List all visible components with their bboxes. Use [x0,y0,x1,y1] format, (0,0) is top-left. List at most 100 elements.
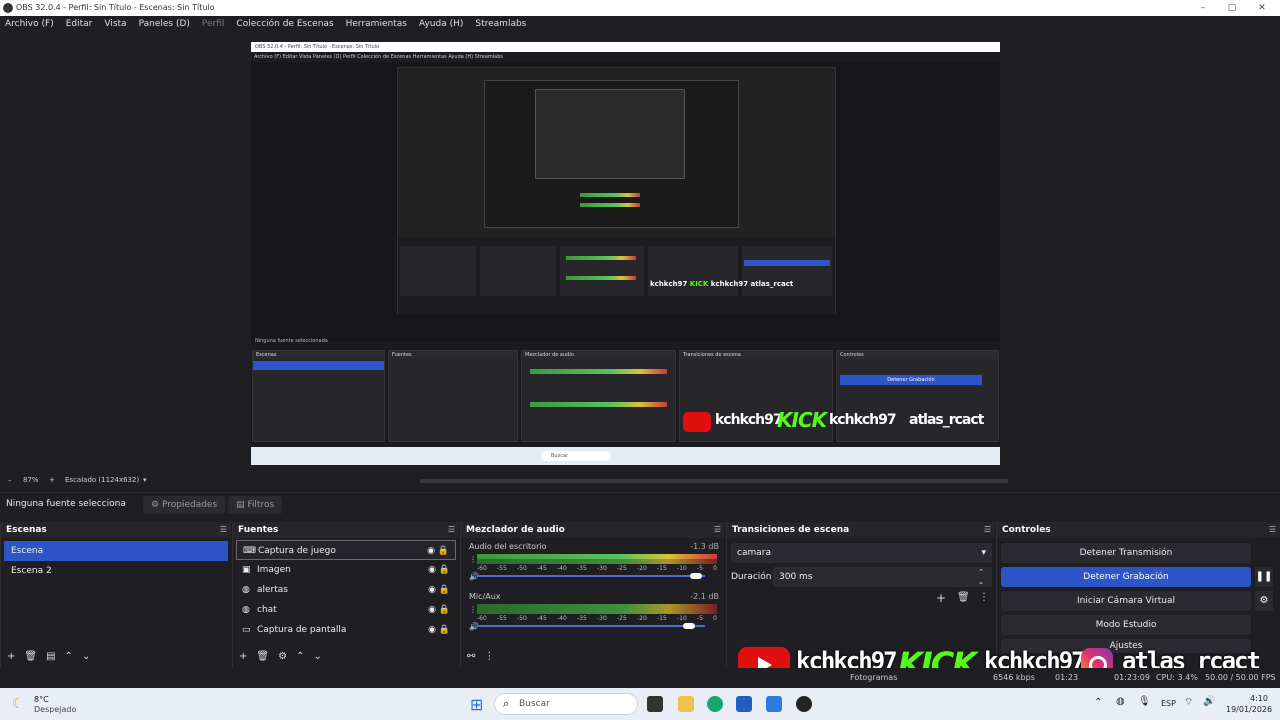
maximize-icon[interactable]: ▢ [1226,2,1238,14]
volume-icon[interactable]: 🔊 [1203,696,1215,707]
minimize-icon[interactable]: – [1197,2,1209,14]
kebab-icon[interactable]: ⋮ [469,605,477,614]
volume-slider[interactable] [477,575,705,577]
dock-menu-icon[interactable]: ☰ [220,525,227,534]
close-icon[interactable]: ✕ [1256,2,1268,14]
source-item[interactable]: ◍ alertas ◉ 🔒 [236,580,456,600]
chevron-up-icon[interactable]: ⌃ [1094,697,1102,708]
kebab-icon[interactable]: ⋮ [484,651,494,662]
source-item[interactable]: ⌨ Captura de juego ◉ 🔒 [236,540,456,560]
wifi-icon[interactable]: ⌔ [1184,696,1193,709]
pause-icon[interactable]: ❚❚ [1255,567,1273,587]
menu-streamlabs[interactable]: Streamlabs [475,19,526,29]
eye-icon[interactable]: ◉ [428,580,436,600]
dock-menu-icon[interactable]: ☰ [714,525,721,534]
preview-canvas[interactable]: OBS 32.0.4 - Perfil: Sin Título - Escena… [251,42,1000,465]
scene-item[interactable]: Escena 2 [4,561,228,581]
virtual-camera-button[interactable]: Iniciar Cámara Virtual [1001,591,1251,611]
menu-docks[interactable]: Paneles (D) [139,19,190,29]
volume-slider-handle[interactable] [683,623,695,629]
add-icon[interactable]: + [239,651,247,662]
add-icon[interactable]: + [936,591,946,605]
link-icon[interactable]: ⚯ [467,651,475,662]
transition-select[interactable]: camara ▾ [731,543,992,563]
chevron-down-icon[interactable]: ⌄ [978,572,984,592]
dock-menu-icon[interactable]: ☰ [984,525,991,534]
source-item[interactable]: ▣ Imagen ◉ 🔒 [236,560,456,580]
menu-view[interactable]: Vista [104,19,126,29]
file-explorer-icon[interactable] [678,696,694,712]
duration-input[interactable]: 300 ms ⌃ ⌄ [773,567,992,587]
lock-icon[interactable]: 🔒 [439,600,450,620]
eye-icon[interactable]: ◉ [428,620,436,640]
source-label: Captura de pantalla [257,625,347,635]
kebab-icon[interactable]: ⋮ [979,592,989,603]
add-icon[interactable]: + [7,651,15,662]
browser-icon: ◍ [242,585,250,595]
scale-tick: -30 [597,565,607,572]
windows-start-icon[interactable]: ⊞ [470,695,483,714]
chevron-down-icon[interactable]: ⌄ [313,651,321,662]
status-fps: 50.00 / 50.00 FPS [1205,673,1276,682]
clock-time[interactable]: 4:10 [1250,694,1268,703]
eye-icon[interactable]: ◉ [428,560,436,580]
task-view-icon[interactable] [647,696,663,712]
gear-icon[interactable]: ⚙ [1255,591,1273,611]
sources-title: Fuentes [238,525,279,535]
preview-scrollbar[interactable] [420,479,1008,483]
chevron-down-icon[interactable]: ⌄ [82,651,90,662]
dock-menu-icon[interactable]: ☰ [448,525,455,534]
mail-icon[interactable] [766,696,782,712]
volume-slider-handle[interactable] [690,573,702,579]
chevron-up-icon[interactable]: ⌃ [296,651,304,662]
kebab-icon[interactable]: ⋮ [469,555,477,564]
scale-tick: -35 [577,615,587,622]
mic-icon[interactable]: 🎙 [1138,696,1151,707]
stop-record-button[interactable]: Detener Grabación [1001,567,1251,587]
trash-icon[interactable]: 🗑 [957,592,970,603]
source-item[interactable]: ◍ chat ◉ 🔒 [236,600,456,620]
source-item[interactable]: ▭ Captura de pantalla ◉ 🔒 [236,620,456,640]
menu-profile[interactable]: Perfil [202,19,225,29]
clock-date[interactable]: 19/01/2026 [1226,705,1272,714]
trash-icon[interactable]: 🗑 [24,651,37,662]
scale-dropdown[interactable]: Escalado (1124x632) [65,476,139,484]
chevron-down-icon[interactable]: ▾ [143,476,147,484]
volume-slider[interactable] [477,625,705,627]
chevron-up-icon[interactable]: ⌃ [65,651,73,662]
language-indicator[interactable]: ESP [1161,699,1176,708]
taskbar-search[interactable]: ⌕ Buscar [494,693,638,715]
scale-tick: -50 [517,565,527,572]
zoom-out-button[interactable]: – [8,476,12,484]
gear-icon[interactable]: ⚙ [278,651,287,662]
trash-icon[interactable]: 🗑 [256,651,269,662]
dock-menu-icon[interactable]: ☰ [1269,525,1276,534]
filters-button[interactable]: ▤ Filtros [228,496,283,514]
zoom-in-button[interactable]: + [49,476,55,484]
menu-edit[interactable]: Editar [66,19,93,29]
studio-mode-button[interactable]: Modo Estudio [1001,615,1251,635]
menu-tools[interactable]: Herramientas [346,19,407,29]
inner-scenes-dock: Escenas [252,350,385,442]
browser-icon: ◍ [242,605,250,615]
stop-stream-button[interactable]: Detener Transmisión [1001,543,1251,563]
scene-item[interactable]: Escena [4,541,228,561]
eye-icon[interactable]: ◉ [428,600,436,620]
menu-scene-collection[interactable]: Colección de Escenas [236,19,333,29]
scale-tick: -25 [617,615,627,622]
lock-icon[interactable]: 🔒 [439,620,450,640]
lock-icon[interactable]: 🔒 [438,541,449,561]
eye-icon[interactable]: ◉ [427,541,435,561]
inner-mixer-title: Mezclador de audio [522,351,675,359]
lock-icon[interactable]: 🔒 [439,560,450,580]
edge-icon[interactable] [707,696,723,712]
lock-icon[interactable]: 🔒 [439,580,450,600]
menu-file[interactable]: Archivo (F) [5,19,54,29]
network-icon[interactable]: ◍ [1116,696,1125,707]
properties-button[interactable]: ⚙ Propiedades [143,496,226,514]
obs-icon[interactable] [796,696,812,712]
menu-help[interactable]: Ayuda (H) [419,19,463,29]
store-icon[interactable] [736,696,752,712]
sources-toolbar: + 🗑 ⚙ ⌃ ⌄ [233,648,322,664]
filter-icon[interactable]: ▤ [46,651,55,662]
